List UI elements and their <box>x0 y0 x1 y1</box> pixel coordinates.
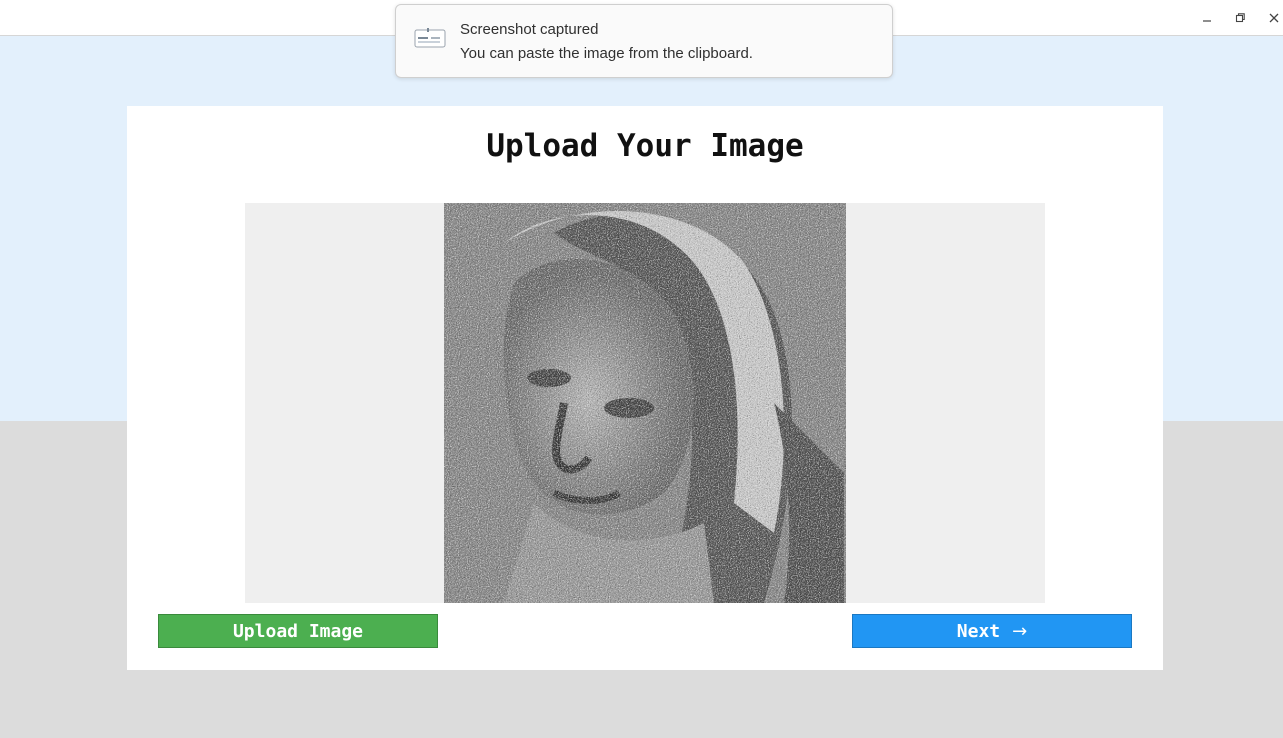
screenshot-notification[interactable]: Screenshot captured You can paste the im… <box>395 4 893 78</box>
app-screen: Upload Your Image Upload Image Next → Sc… <box>0 0 1283 738</box>
next-button[interactable]: Next → <box>852 614 1132 648</box>
maximize-icon <box>1235 13 1245 23</box>
next-label: Next <box>956 620 1001 642</box>
close-icon <box>1269 13 1279 23</box>
upload-image-button[interactable]: Upload Image <box>158 614 438 648</box>
page-title: Upload Your Image <box>486 128 804 164</box>
maximize-button[interactable] <box>1230 8 1250 28</box>
image-preview-area <box>245 203 1045 603</box>
upload-image-label: Upload Image <box>232 620 364 642</box>
notification-title: Screenshot captured <box>460 21 599 38</box>
upload-panel: Upload Your Image Upload Image Next → <box>127 106 1163 670</box>
minimize-button[interactable] <box>1197 8 1217 28</box>
uploaded-image <box>444 203 846 603</box>
screenshot-icon <box>414 28 446 48</box>
uploaded-image-graphic <box>444 203 846 603</box>
close-button[interactable] <box>1264 8 1283 28</box>
arrow-right-icon: → <box>1012 620 1028 642</box>
notification-body: You can paste the image from the clipboa… <box>460 45 753 62</box>
minimize-icon <box>1203 20 1211 22</box>
